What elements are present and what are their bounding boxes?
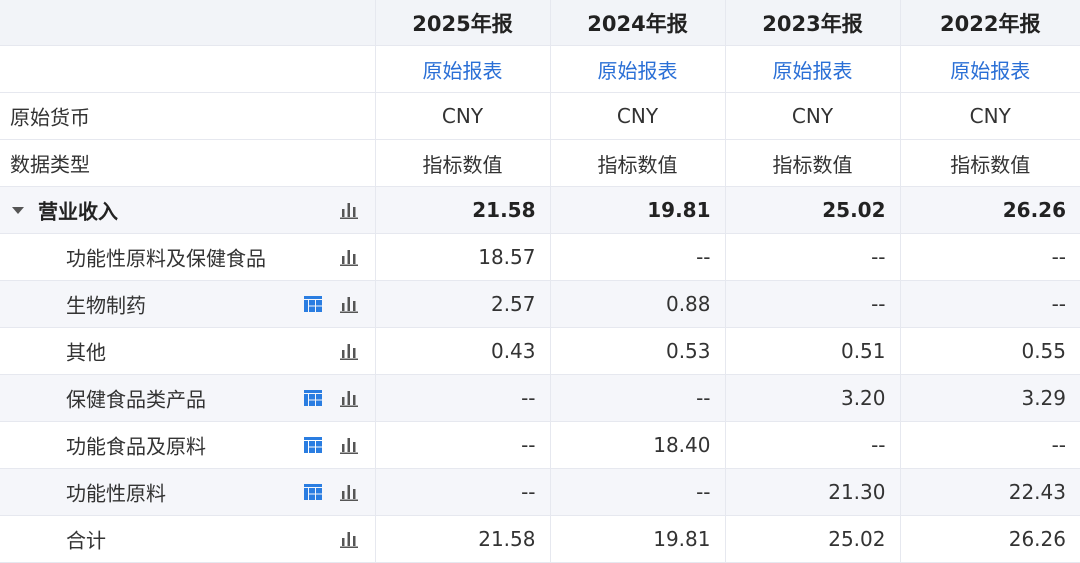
row-label: 原始货币 — [10, 105, 90, 130]
period-header: 2022年报 — [900, 0, 1080, 46]
item-value: -- — [900, 421, 1080, 469]
group-value: 19.81 — [550, 186, 726, 234]
header-corner — [0, 0, 376, 46]
item-value: 3.20 — [725, 374, 901, 422]
item-label: 生物制药 — [66, 293, 146, 318]
item-value: 26.26 — [900, 515, 1080, 563]
currency-value: CNY — [550, 92, 726, 140]
item-value: -- — [375, 421, 551, 469]
bar-chart-icon[interactable] — [339, 435, 359, 455]
item-value: -- — [900, 233, 1080, 281]
item-value: 21.30 — [725, 468, 901, 516]
grid-table-icon[interactable] — [303, 388, 323, 408]
currency-value: CNY — [900, 92, 1080, 140]
item-label: 功能性原料 — [66, 481, 166, 506]
table-row: 功能食品及原料 -- 18.40 -- -- — [0, 421, 1080, 469]
item-value: -- — [550, 233, 726, 281]
item-value: 0.88 — [550, 280, 726, 328]
item-value: 19.81 — [550, 515, 726, 563]
report-link-label-cell — [0, 45, 376, 93]
bar-chart-icon[interactable] — [339, 388, 359, 408]
period-header: 2024年报 — [550, 0, 726, 46]
grid-table-icon[interactable] — [303, 294, 323, 314]
item-value: -- — [725, 421, 901, 469]
bar-chart-icon[interactable] — [339, 482, 359, 502]
item-value: -- — [550, 468, 726, 516]
item-value: 22.43 — [900, 468, 1080, 516]
item-value: 0.53 — [550, 327, 726, 375]
item-value: 25.02 — [725, 515, 901, 563]
item-value: -- — [550, 374, 726, 422]
table-row: 功能性原料 -- -- 21.30 22.43 — [0, 468, 1080, 516]
original-report-link[interactable]: 原始报表 — [598, 59, 678, 83]
item-label: 保健食品类产品 — [66, 387, 206, 412]
item-label: 其他 — [66, 340, 106, 365]
data-type-value: 指标数值 — [725, 139, 901, 187]
bar-chart-icon[interactable] — [339, 294, 359, 314]
bar-chart-icon[interactable] — [339, 200, 359, 220]
period-header: 2025年报 — [375, 0, 551, 46]
original-report-link[interactable]: 原始报表 — [950, 59, 1030, 83]
table-row: 功能性原料及保健食品 18.57 -- -- -- — [0, 233, 1080, 281]
item-label: 功能食品及原料 — [66, 434, 206, 459]
revenue-group-row: 营业收入 21.58 19.81 25.02 26.26 — [0, 186, 1080, 234]
item-value: 2.57 — [375, 280, 551, 328]
item-value: -- — [375, 468, 551, 516]
item-value: 18.57 — [375, 233, 551, 281]
item-value: 3.29 — [900, 374, 1080, 422]
original-report-link[interactable]: 原始报表 — [773, 59, 853, 83]
item-value: 18.40 — [550, 421, 726, 469]
group-value: 21.58 — [375, 186, 551, 234]
currency-value: CNY — [725, 92, 901, 140]
row-label: 数据类型 — [10, 152, 90, 177]
item-value: -- — [375, 374, 551, 422]
data-type-row: 数据类型 指标数值 指标数值 指标数值 指标数值 — [0, 139, 1080, 187]
bar-chart-icon[interactable] — [339, 529, 359, 549]
bar-chart-icon[interactable] — [339, 247, 359, 267]
data-type-value: 指标数值 — [550, 139, 726, 187]
item-value: 0.51 — [725, 327, 901, 375]
item-label: 合计 — [66, 528, 106, 553]
item-value: -- — [725, 280, 901, 328]
report-link-row: 原始报表 原始报表 原始报表 原始报表 — [0, 45, 1080, 93]
group-value: 26.26 — [900, 186, 1080, 234]
caret-down-icon[interactable] — [12, 207, 24, 214]
data-type-value: 指标数值 — [375, 139, 551, 187]
financial-table: 2025年报 2024年报 2023年报 2022年报 原始报表 原始报表 原始… — [0, 0, 1080, 563]
item-value: -- — [900, 280, 1080, 328]
bar-chart-icon[interactable] — [339, 341, 359, 361]
group-label: 营业收入 — [38, 199, 118, 224]
table-row: 合计 21.58 19.81 25.02 26.26 — [0, 515, 1080, 563]
item-value: 0.55 — [900, 327, 1080, 375]
currency-row: 原始货币 CNY CNY CNY CNY — [0, 92, 1080, 140]
item-value: -- — [725, 233, 901, 281]
item-value: 21.58 — [375, 515, 551, 563]
original-report-link[interactable]: 原始报表 — [423, 59, 503, 83]
table-row: 生物制药 2.57 0.88 -- -- — [0, 280, 1080, 328]
period-header: 2023年报 — [725, 0, 901, 46]
item-label: 功能性原料及保健食品 — [66, 246, 266, 271]
grid-table-icon[interactable] — [303, 435, 323, 455]
period-header-row: 2025年报 2024年报 2023年报 2022年报 — [0, 0, 1080, 46]
grid-table-icon[interactable] — [303, 482, 323, 502]
table-row: 其他 0.43 0.53 0.51 0.55 — [0, 327, 1080, 375]
item-value: 0.43 — [375, 327, 551, 375]
data-type-value: 指标数值 — [900, 139, 1080, 187]
table-row: 保健食品类产品 -- -- 3.20 3.29 — [0, 374, 1080, 422]
group-value: 25.02 — [725, 186, 901, 234]
currency-value: CNY — [375, 92, 551, 140]
